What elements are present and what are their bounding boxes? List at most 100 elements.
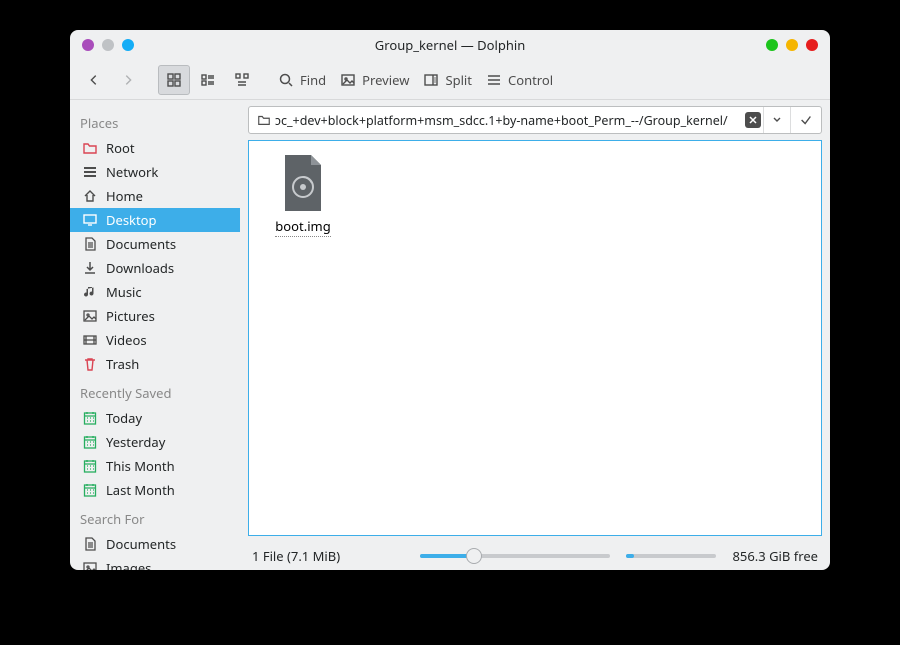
sidebar-item-label: Yesterday <box>106 433 165 451</box>
back-button[interactable] <box>78 65 110 95</box>
sidebar-item-music[interactable]: Music <box>70 280 240 304</box>
grid-icon <box>166 72 182 88</box>
toolbar: Find Preview Split Cont <box>70 60 830 100</box>
titlebar: Group_kernel — Dolphin <box>70 30 830 60</box>
sidebar-item-documents[interactable]: Documents <box>70 532 240 556</box>
sidebar-item-desktop[interactable]: Desktop <box>70 208 240 232</box>
sidebar-item-documents[interactable]: Documents <box>70 232 240 256</box>
sidebar-item-label: Network <box>106 163 158 181</box>
sidebar-item-this-month[interactable]: This Month <box>70 454 240 478</box>
preview-label: Preview <box>362 71 409 89</box>
sidebar-item-label: Music <box>106 283 142 301</box>
sidebar-item-label: Documents <box>106 235 176 253</box>
body: PlacesRootNetworkHomeDesktopDocumentsDow… <box>70 100 830 570</box>
sidebar-item-label: Documents <box>106 535 176 553</box>
folder-icon <box>249 113 275 127</box>
chevron-right-icon <box>121 73 135 87</box>
file-name: boot.img <box>275 217 330 237</box>
clear-location-button[interactable] <box>745 112 761 128</box>
sidebar-section-header: Recently Saved <box>70 376 240 406</box>
details-icon <box>234 72 250 88</box>
network-icon <box>82 164 98 180</box>
sidebar-item-pictures[interactable]: Pictures <box>70 304 240 328</box>
sidebar-item-videos[interactable]: Videos <box>70 328 240 352</box>
document-icon <box>82 236 98 252</box>
maximize-button[interactable] <box>786 39 798 51</box>
download-icon <box>82 260 98 276</box>
sidebar-item-last-month[interactable]: Last Month <box>70 478 240 502</box>
sidebar-item-downloads[interactable]: Downloads <box>70 256 240 280</box>
chevron-left-icon <box>87 73 101 87</box>
sidebar-item-label: Images <box>106 559 151 570</box>
trash-icon <box>82 356 98 372</box>
dolphin-window: Group_kernel — Dolphin <box>70 30 830 570</box>
zoom-slider[interactable] <box>420 546 610 566</box>
calendar-icon <box>82 434 98 450</box>
file-view[interactable]: boot.img <box>248 140 822 536</box>
window-title: Group_kernel — Dolphin <box>70 36 830 54</box>
control-label: Control <box>508 71 553 89</box>
location-bar[interactable]: ɔc_+dev+block+platform+msm_sdcc.1+by-nam… <box>248 106 822 134</box>
sidebar-item-label: Downloads <box>106 259 174 277</box>
window-button-3[interactable] <box>122 39 134 51</box>
titlebar-right-controls <box>754 39 830 51</box>
view-details-button[interactable] <box>226 65 258 95</box>
disk-usage-bar <box>626 554 716 558</box>
sidebar-item-label: Home <box>106 187 143 205</box>
sidebar-item-network[interactable]: Network <box>70 160 240 184</box>
zoom-thumb[interactable] <box>466 548 482 564</box>
preview-icon <box>340 72 356 88</box>
file-item[interactable]: boot.img <box>263 155 343 237</box>
video-icon <box>82 332 98 348</box>
document-icon <box>82 536 98 552</box>
disk-free-label: 856.3 GiB free <box>732 547 818 565</box>
view-icons-button[interactable] <box>158 65 190 95</box>
window-button-1[interactable] <box>82 39 94 51</box>
sidebar-item-label: Today <box>106 409 142 427</box>
split-icon <box>423 72 439 88</box>
sidebar-item-label: Root <box>106 139 135 157</box>
sidebar-item-label: Trash <box>106 355 139 373</box>
close-button[interactable] <box>806 39 818 51</box>
preview-button[interactable]: Preview <box>334 65 415 95</box>
location-path[interactable]: ɔc_+dev+block+platform+msm_sdcc.1+by-nam… <box>275 112 743 129</box>
sidebar-item-root[interactable]: Root <box>70 136 240 160</box>
location-dropdown-button[interactable] <box>764 115 790 125</box>
sidebar-item-today[interactable]: Today <box>70 406 240 430</box>
desktop-icon <box>82 212 98 228</box>
sidebar-item-images[interactable]: Images <box>70 556 240 570</box>
view-compact-button[interactable] <box>192 65 224 95</box>
status-bar: 1 File (7.1 MiB) 856.3 GiB free <box>240 542 830 570</box>
sidebar-section-header: Search For <box>70 502 240 532</box>
sidebar-item-label: Last Month <box>106 481 175 499</box>
control-button[interactable]: Control <box>480 65 559 95</box>
cd-image-file-icon <box>281 155 325 211</box>
hamburger-icon <box>486 72 502 88</box>
search-icon <box>278 72 294 88</box>
compact-icon <box>200 72 216 88</box>
window-button-2[interactable] <box>102 39 114 51</box>
music-icon <box>82 284 98 300</box>
places-panel[interactable]: PlacesRootNetworkHomeDesktopDocumentsDow… <box>70 100 240 570</box>
calendar-icon <box>82 482 98 498</box>
status-summary: 1 File (7.1 MiB) <box>252 547 340 565</box>
sidebar-item-label: Videos <box>106 331 147 349</box>
sidebar-item-home[interactable]: Home <box>70 184 240 208</box>
split-button[interactable]: Split <box>417 65 478 95</box>
location-go-button[interactable] <box>791 113 821 127</box>
home-icon <box>82 188 98 204</box>
split-label: Split <box>445 71 472 89</box>
main-area: ɔc_+dev+block+platform+msm_sdcc.1+by-nam… <box>240 100 830 570</box>
forward-button[interactable] <box>112 65 144 95</box>
sidebar-item-label: Pictures <box>106 307 155 325</box>
folder-red-icon <box>82 140 98 156</box>
sidebar-item-trash[interactable]: Trash <box>70 352 240 376</box>
find-label: Find <box>300 71 326 89</box>
sidebar-item-label: This Month <box>106 457 175 475</box>
calendar-icon <box>82 410 98 426</box>
image-icon <box>82 308 98 324</box>
sidebar-item-yesterday[interactable]: Yesterday <box>70 430 240 454</box>
minimize-button[interactable] <box>766 39 778 51</box>
find-button[interactable]: Find <box>272 65 332 95</box>
calendar-icon <box>82 458 98 474</box>
